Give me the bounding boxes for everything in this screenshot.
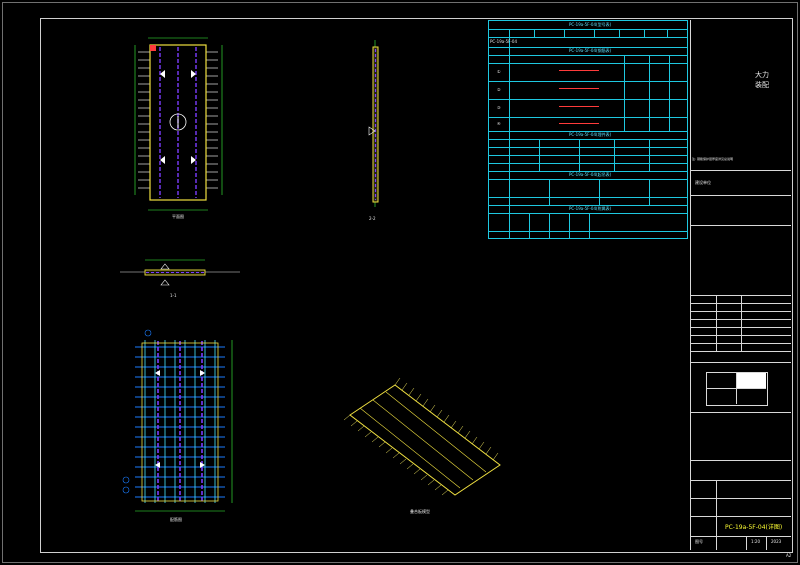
plan-label: 平面图 xyxy=(172,213,184,219)
model-no: PC-19a-5F-04 xyxy=(490,39,518,44)
rebar-bar-2 xyxy=(559,88,599,89)
isometric-model-view: 叠合板模型 xyxy=(343,377,501,514)
note-text: 注: 钢筋保护层厚度详见总说明 xyxy=(692,157,733,161)
drawing-name: PC-19a-5F-04(详图) xyxy=(725,524,783,531)
title-block: 大力装配 建设单位 注: 钢筋保护层厚度详见总说明 PC-19a-5F-04(详… xyxy=(690,20,791,550)
row-code-3: ③ xyxy=(497,105,501,110)
section-1-1-view: 1-1 xyxy=(120,259,240,298)
table3-title: PC-19a-5F-04(埋件表) xyxy=(569,132,612,137)
section-11-label: 1-1 xyxy=(170,293,177,298)
section-22-label: 2-2 xyxy=(369,216,376,221)
data-tables: PC-19a-5F-04(型号表) PC-19a-5F-04 PC-19a-5F… xyxy=(488,20,688,239)
sheet-label: 图号 xyxy=(695,539,703,544)
project-label: 建设单位 xyxy=(695,180,711,185)
plan-view: 平面图 xyxy=(134,37,223,219)
sheet-number: A2 xyxy=(786,553,792,558)
table1-title: PC-19a-5F-04(型号表) xyxy=(569,22,612,27)
date-value: 2023 xyxy=(771,539,782,544)
table2-title: PC-19a-5F-04(钢筋表) xyxy=(569,48,612,53)
iso-label: 叠合板模型 xyxy=(410,508,430,514)
scale-value: 1:20 xyxy=(751,539,760,544)
row-code-4: ④ xyxy=(497,121,501,126)
row-code-1: ① xyxy=(497,69,501,74)
rebar-bar-3 xyxy=(559,106,599,107)
company-name: 大力装配 xyxy=(755,71,769,89)
table5-title: PC-19a-5F-04(附属表) xyxy=(569,206,612,211)
table4-title: PC-19a-5F-04(起吊表) xyxy=(569,172,612,177)
rebar-plan-view: 配筋图 xyxy=(122,329,233,522)
rebar-bar-1 xyxy=(559,70,599,71)
section-2-2-view: 2-2 xyxy=(368,40,379,221)
rebar-label: 配筋图 xyxy=(170,516,182,522)
rebar-bar-4 xyxy=(559,123,599,124)
row-code-2: ② xyxy=(497,87,501,92)
